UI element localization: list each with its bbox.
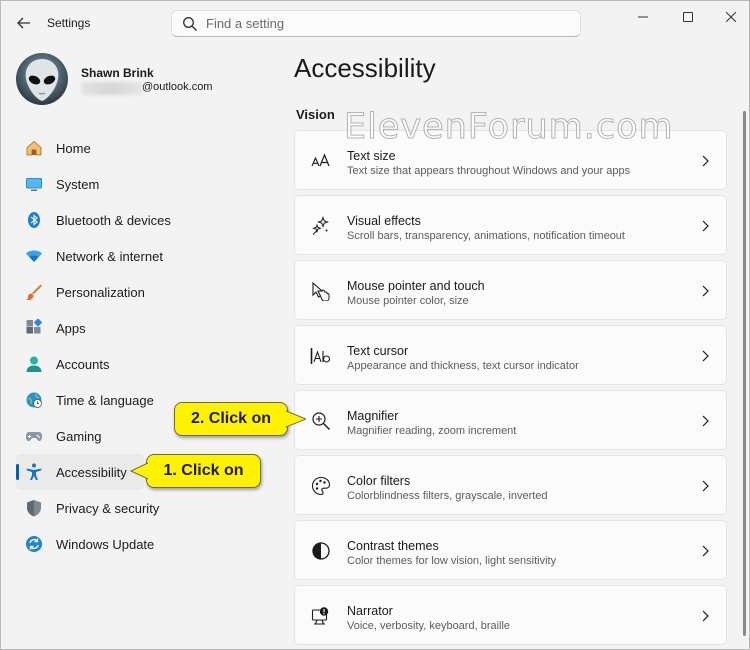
sidebar-item-bluetooth[interactable]: Bluetooth & devices <box>16 202 278 238</box>
section-label-vision: Vision <box>296 107 335 122</box>
back-arrow-icon <box>17 17 30 29</box>
sidebar-item-windows-update[interactable]: Windows Update <box>16 526 278 562</box>
accessibility-icon <box>26 463 42 480</box>
bluetooth-icon <box>28 212 40 228</box>
user-name: Shawn Brink <box>81 66 154 80</box>
chevron-right-icon <box>702 545 709 557</box>
settings-window: Settings Shawn Brink @ <box>0 0 750 650</box>
minimize-icon <box>638 16 648 18</box>
chevron-right-icon <box>702 610 709 622</box>
selection-indicator <box>16 464 19 480</box>
maximize-button[interactable] <box>670 6 706 28</box>
sidebar-item-apps[interactable]: Apps <box>16 310 278 346</box>
close-button[interactable] <box>713 6 749 28</box>
card-visual-effects[interactable]: Visual effects Scroll bars, transparency… <box>294 195 727 255</box>
close-icon <box>726 12 736 22</box>
text-cursor-icon <box>310 345 332 367</box>
card-color-filters[interactable]: Color filters Colorblindness filters, gr… <box>294 455 727 515</box>
sidebar-item-accounts[interactable]: Accounts <box>16 346 278 382</box>
mouse-pointer-icon <box>310 280 332 302</box>
user-email: @outlook.com <box>142 81 213 93</box>
watermark: ElevenForum.com <box>344 107 674 148</box>
text-size-icon <box>310 150 332 172</box>
avatar <box>16 53 68 105</box>
search-icon <box>183 17 197 31</box>
sidebar-item-privacy-security[interactable]: Privacy & security <box>16 490 278 526</box>
minimize-button[interactable] <box>625 6 661 28</box>
contrast-icon <box>310 540 332 562</box>
email-redacted <box>81 82 143 95</box>
sidebar-item-system[interactable]: System <box>16 166 278 202</box>
sidebar-item-home[interactable]: Home <box>16 130 278 166</box>
sidebar-nav: Home System Bluetooth & devices Network … <box>16 130 278 562</box>
search-input[interactable] <box>206 14 566 33</box>
alien-avatar-icon <box>16 53 68 105</box>
system-icon <box>26 178 42 191</box>
title-bar: Settings <box>1 1 749 45</box>
apps-icon <box>26 319 43 334</box>
content-scrollbar[interactable] <box>743 111 746 636</box>
visual-effects-icon <box>310 215 332 237</box>
update-icon <box>26 536 42 552</box>
callout-pointer-icon <box>286 410 306 428</box>
callout-step-1-label: 1. Click on <box>163 462 244 479</box>
chevron-right-icon <box>702 220 709 232</box>
app-title: Settings <box>47 16 91 30</box>
card-narrator[interactable]: Narrator Voice, verbosity, keyboard, bra… <box>294 585 727 645</box>
gamepad-icon <box>26 432 42 441</box>
page-title: Accessibility <box>294 53 436 83</box>
chevron-right-icon <box>702 480 709 492</box>
globe-clock-icon <box>26 392 42 408</box>
card-text-cursor[interactable]: Text cursor Appearance and thickness, te… <box>294 325 727 385</box>
palette-icon <box>310 475 332 497</box>
card-magnifier[interactable]: Magnifier Magnifier reading, zoom increm… <box>294 390 727 450</box>
callout-pointer-icon <box>130 462 148 480</box>
maximize-icon <box>683 12 693 22</box>
accounts-icon <box>26 356 42 372</box>
settings-card-list: Text size Text size that appears through… <box>294 130 727 649</box>
chevron-right-icon <box>702 415 709 427</box>
chevron-right-icon <box>702 350 709 362</box>
sidebar-item-personalization[interactable]: Personalization <box>16 274 278 310</box>
callout-step-2: 2. Click on <box>174 402 306 436</box>
home-icon <box>26 140 42 156</box>
back-button[interactable] <box>13 12 35 34</box>
callout-step-2-label: 2. Click on <box>190 410 272 427</box>
card-contrast-themes[interactable]: Contrast themes Color themes for low vis… <box>294 520 727 580</box>
shield-icon <box>27 500 41 517</box>
callout-step-1: 1. Click on <box>130 454 261 488</box>
chevron-right-icon <box>702 285 709 297</box>
card-mouse-pointer-touch[interactable]: Mouse pointer and touch Mouse pointer co… <box>294 260 727 320</box>
sidebar-item-accessibility[interactable]: Accessibility <box>16 454 144 490</box>
magnifier-icon <box>310 410 332 432</box>
sidebar-item-network[interactable]: Network & internet <box>16 238 278 274</box>
chevron-right-icon <box>702 155 709 167</box>
brush-icon <box>26 284 42 301</box>
narrator-icon <box>310 605 332 627</box>
wifi-icon <box>26 250 42 262</box>
search-box[interactable] <box>171 10 581 37</box>
